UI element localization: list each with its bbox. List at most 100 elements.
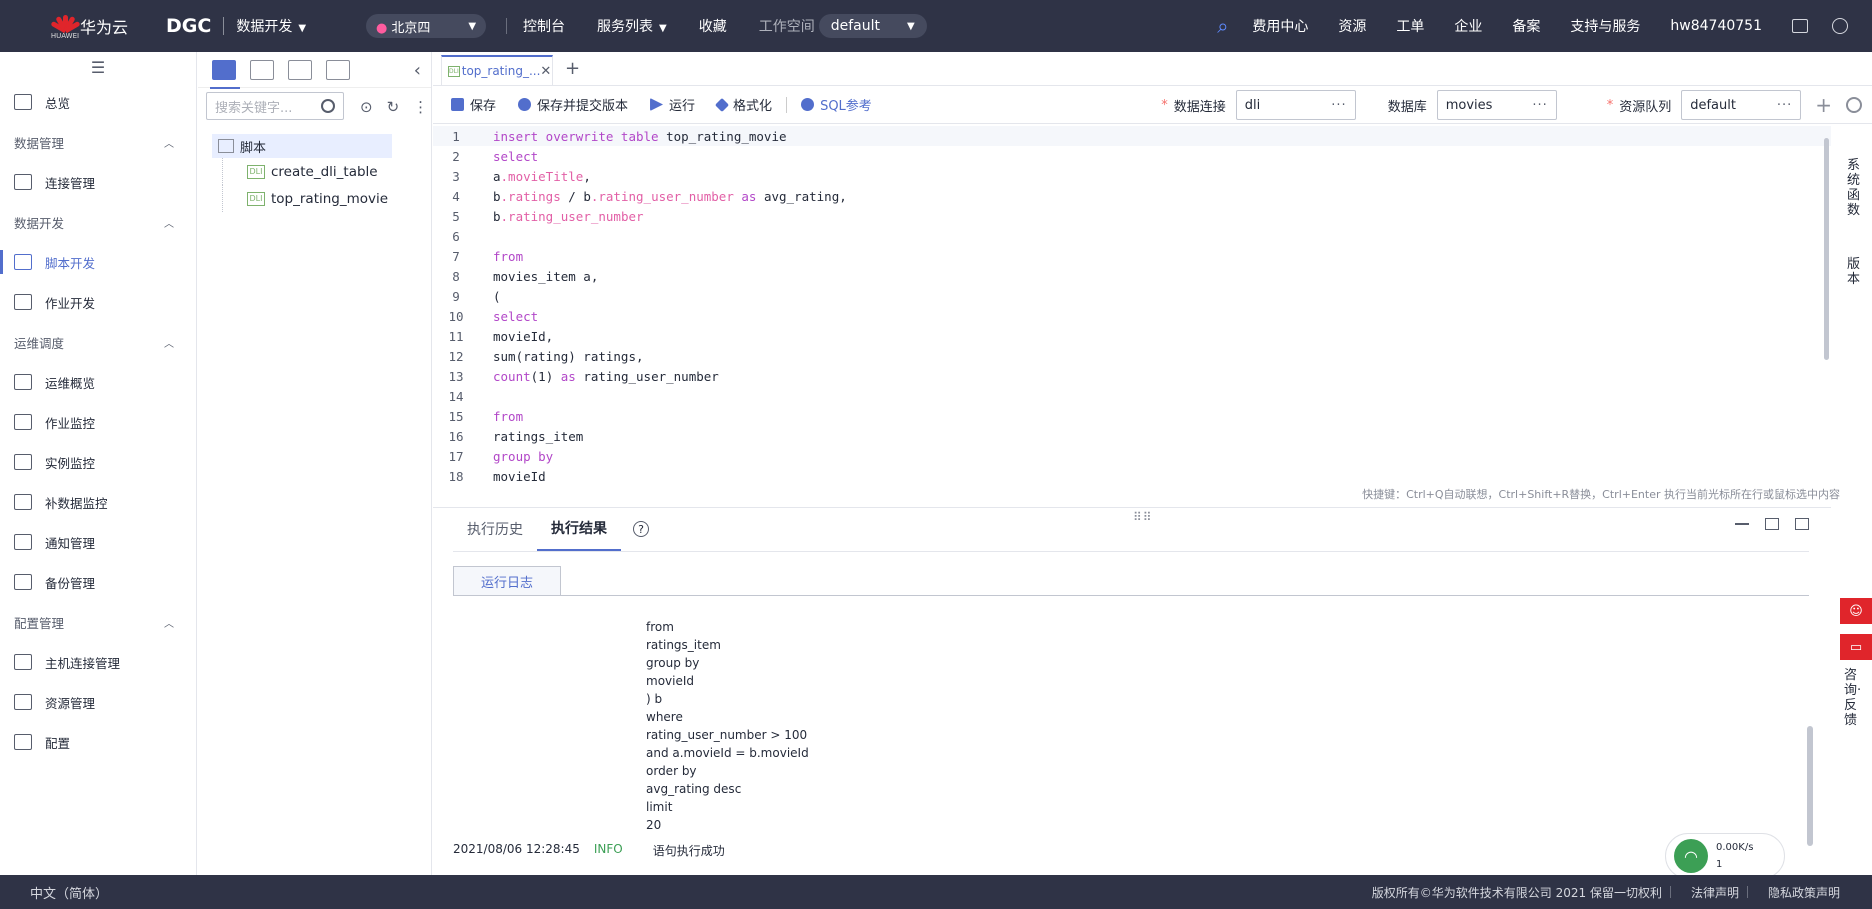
chat-icon[interactable]: ▭ <box>1840 634 1872 660</box>
sidebar-item-connection-management[interactable]: 连接管理 <box>0 162 196 202</box>
sidebar-item-job-monitoring[interactable]: 作业监控 <box>0 402 196 442</box>
code-line: 1 insert overwrite table top_rating_movie <box>433 126 1831 146</box>
tree-root-scripts[interactable]: 脚本 <box>212 134 392 158</box>
sidebar-item-overview[interactable]: 总览 <box>0 82 196 122</box>
help-icon[interactable]: ? <box>633 521 649 537</box>
consult-feedback-link[interactable]: 咨询·反馈 <box>1844 668 1866 728</box>
code-line: 10 select <box>448 308 539 324</box>
sidebar-item-backup-management[interactable]: 备份管理 <box>0 562 196 602</box>
version-tab[interactable]: 版本 <box>1847 257 1863 287</box>
required-marker: * <box>1161 97 1168 113</box>
toolbar-separator <box>786 96 788 113</box>
sidebar-item-instance-monitoring[interactable]: 实例监控 <box>0 442 196 482</box>
add-icon[interactable]: + <box>1815 93 1832 117</box>
sidebar-group-config-management[interactable]: 配置管理 ︿ <box>0 602 196 642</box>
tab-execution-results[interactable]: 执行结果 <box>537 507 621 551</box>
file-tab-top-rating-movie[interactable]: DLI top_rating_... ✕ <box>441 55 553 85</box>
code-line: 14 <box>448 388 464 404</box>
menu-toggle-icon[interactable]: ☰ <box>0 52 196 82</box>
queue-select[interactable]: default ··· <box>1681 90 1802 120</box>
search-icon[interactable] <box>321 99 335 113</box>
nav-service-list[interactable]: 服务列表 ▼ <box>597 16 667 36</box>
restore-icon[interactable] <box>1765 518 1779 530</box>
explorer-search-input[interactable]: 搜索关键字... <box>206 92 344 120</box>
format-button[interactable]: 格式化 <box>714 95 772 114</box>
mail-icon[interactable] <box>1792 19 1808 33</box>
explorer-tabs <box>198 52 431 88</box>
link-tickets[interactable]: 工单 <box>1396 16 1424 36</box>
sidebar-item-configuration[interactable]: 配置 <box>0 722 196 762</box>
cloud-upload-icon <box>518 98 532 111</box>
link-enterprise[interactable]: 企业 <box>1454 16 1482 36</box>
region-selector[interactable]: ● 北京四 ▼ <box>366 14 487 38</box>
sidebar-item-backfill-monitoring[interactable]: 补数据监控 <box>0 482 196 522</box>
connection-select[interactable]: dli ··· <box>1235 90 1356 120</box>
log-line: order by <box>646 764 697 778</box>
sql-code-editor[interactable]: 1 insert overwrite table top_rating_movie… <box>433 126 1831 506</box>
log-line: and a.movieId = b.movieId <box>646 746 809 760</box>
user-account[interactable]: hw84740751 <box>1670 18 1762 34</box>
sidebar-group-ops-scheduling[interactable]: 运维调度 ︿ <box>0 322 196 362</box>
nav-console[interactable]: 控制台 <box>523 16 565 36</box>
link-billing[interactable]: 费用中心 <box>1252 16 1308 36</box>
sidebar-item-host-connection[interactable]: 主机连接管理 <box>0 642 196 682</box>
smile-feedback-icon[interactable]: ☺ <box>1840 598 1872 624</box>
scripts-tab-icon[interactable] <box>212 59 236 80</box>
workspace-value: default <box>830 18 880 34</box>
nav-favorites[interactable]: 收藏 <box>699 16 727 36</box>
sidebar-item-script-development[interactable]: 脚本开发 <box>0 242 196 282</box>
save-button[interactable]: 保存 <box>451 95 496 114</box>
refresh-icon[interactable]: ↻ <box>387 98 400 116</box>
caret-down-icon: ▼ <box>468 20 477 32</box>
legal-link[interactable]: 法律声明 <box>1691 884 1739 901</box>
clock-icon[interactable] <box>1832 18 1848 34</box>
minimize-icon[interactable] <box>1735 518 1749 525</box>
chart-config-icon <box>14 734 32 750</box>
required-marker: * <box>1606 97 1614 113</box>
sidebar-group-data-development[interactable]: 数据开发 ︿ <box>0 202 196 242</box>
close-icon[interactable]: ✕ <box>540 64 551 79</box>
sidebar-item-label: 配置 <box>45 735 71 751</box>
tree-item-create-dli-table[interactable]: DLI create_dli_table <box>222 158 392 185</box>
add-tab-icon[interactable]: + <box>565 58 580 79</box>
module-label: 数据开发 <box>236 19 293 35</box>
link-support[interactable]: 支持与服务 <box>1570 16 1640 36</box>
run-log-tab[interactable]: 运行日志 <box>453 566 561 596</box>
network-speed-widget[interactable]: ◠ 0.00K/s 1 <box>1665 833 1785 879</box>
editor-scrollbar[interactable] <box>1824 138 1829 360</box>
log-line: movieId <box>646 674 695 688</box>
link-filing[interactable]: 备案 <box>1512 16 1540 36</box>
table-tab-icon[interactable] <box>326 59 350 80</box>
sidebar-item-resource-management[interactable]: 资源管理 <box>0 682 196 722</box>
tree-item-top-rating-movie[interactable]: DLI top_rating_movie <box>222 185 392 212</box>
system-functions-tab[interactable]: 系统函数 <box>1847 158 1863 218</box>
run-button[interactable]: 运行 <box>650 95 695 114</box>
sql-reference-link[interactable]: SQL参考 <box>801 95 872 114</box>
region-label: 北京四 <box>391 20 431 36</box>
log-scrollbar[interactable] <box>1807 726 1813 846</box>
jobs-tab-icon[interactable] <box>250 59 274 80</box>
language-selector[interactable]: 中文（简体） <box>30 883 108 902</box>
locate-icon[interactable]: ⊙ <box>360 98 373 116</box>
collapse-panel-icon[interactable]: ‹ <box>414 60 421 81</box>
database-select[interactable]: movies ··· <box>1436 90 1557 120</box>
link-resources[interactable]: 资源 <box>1338 16 1366 36</box>
sidebar-group-data-management[interactable]: 数据管理 ︿ <box>0 122 196 162</box>
sidebar-item-label: 资源管理 <box>45 695 96 711</box>
module-switcher[interactable]: 数据开发 ▼ <box>236 16 306 36</box>
huawei-petal-icon <box>50 13 81 33</box>
privacy-link[interactable]: 隐私政策声明 <box>1768 884 1840 901</box>
log-message: 语句执行成功 <box>652 844 725 858</box>
brand-name[interactable]: 华为云 <box>80 14 128 38</box>
database-tab-icon[interactable] <box>288 59 312 80</box>
sidebar-item-notification-management[interactable]: 通知管理 <box>0 522 196 562</box>
sidebar-item-job-development[interactable]: 作业开发 <box>0 282 196 322</box>
sidebar-item-ops-overview[interactable]: 运维概览 <box>0 362 196 402</box>
workspace-selector[interactable]: default ▼ <box>818 14 927 38</box>
more-vertical-icon[interactable]: ⋮ <box>413 98 428 116</box>
save-submit-button[interactable]: 保存并提交版本 <box>518 95 628 114</box>
tab-execution-history[interactable]: 执行历史 <box>453 507 537 551</box>
list-icon <box>14 454 32 470</box>
search-icon[interactable]: ⌕ <box>1217 14 1228 38</box>
maximize-icon[interactable] <box>1795 518 1809 530</box>
